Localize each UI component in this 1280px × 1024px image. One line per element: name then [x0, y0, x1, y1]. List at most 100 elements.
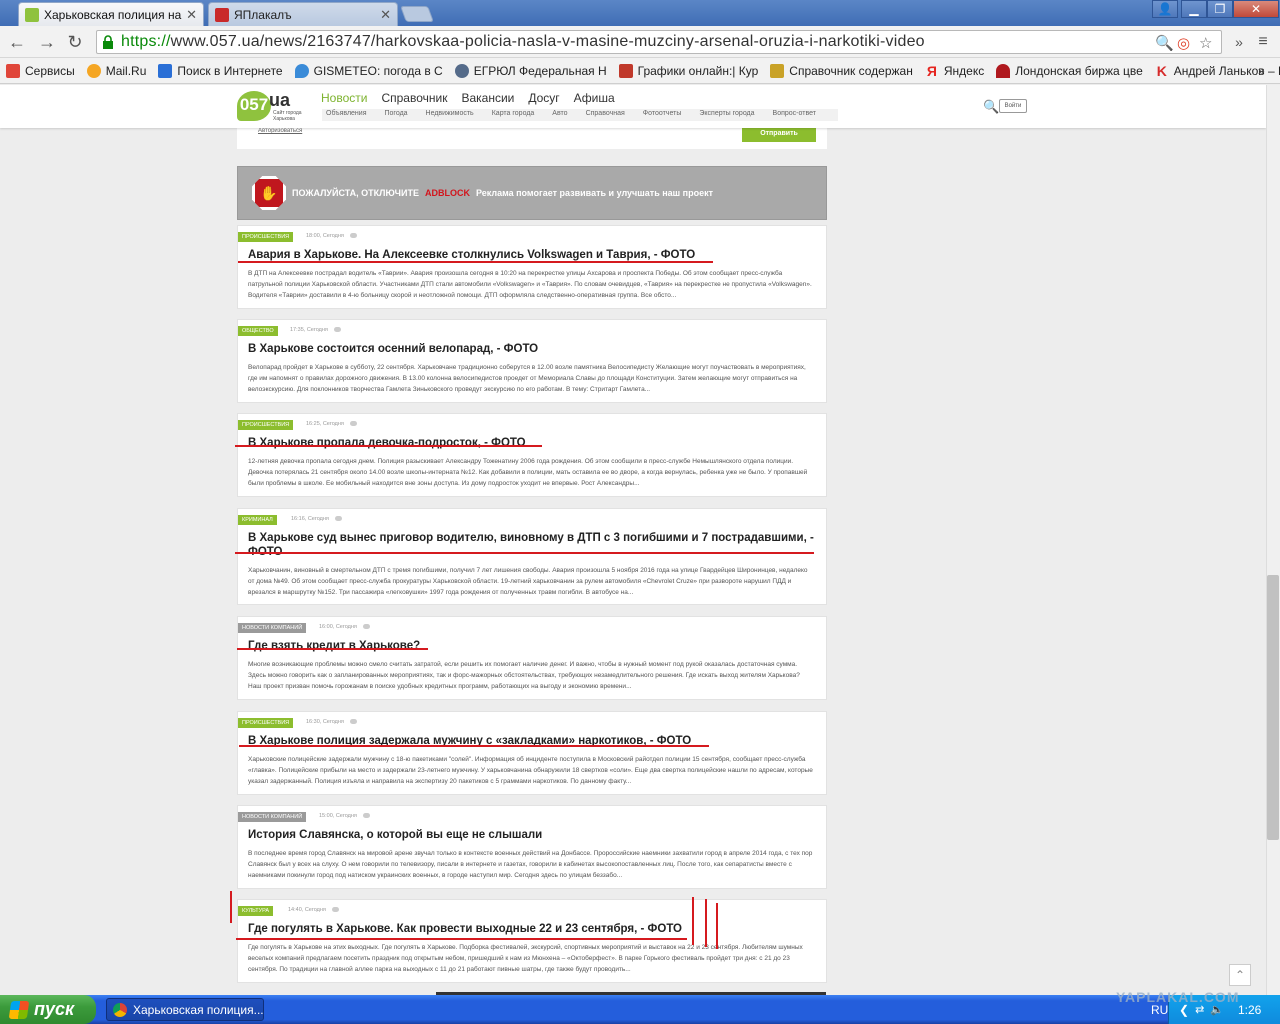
news-card[interactable]: Происшествия 18:00, Сегодня Авария в Хар…: [237, 225, 827, 309]
news-card[interactable]: Происшествия 16:30, Сегодня В Харькове п…: [237, 711, 827, 795]
red-underline-annotation: [236, 938, 687, 940]
news-title[interactable]: В Харькове суд вынес приговор водителю, …: [248, 531, 814, 559]
yandex-icon: Я: [926, 62, 937, 79]
news-time-text: 16:25, Сегодня: [306, 421, 344, 427]
scrollbar-thumb[interactable]: [1267, 575, 1279, 840]
minimize-button[interactable]: ▁: [1181, 0, 1207, 18]
news-time: 16:16, Сегодня: [291, 516, 342, 522]
news-excerpt: Харьковские полицейские задержали мужчин…: [248, 756, 813, 785]
red-underline-annotation: [235, 445, 542, 447]
page-scrollbar[interactable]: [1266, 85, 1280, 995]
menu-icon[interactable]: ≡: [1252, 32, 1274, 52]
bookmark-star-icon[interactable]: ☆: [1199, 34, 1212, 52]
nav-jobs[interactable]: Вакансии: [461, 91, 514, 105]
news-title[interactable]: Где взять кредит в Харькове?: [248, 639, 814, 653]
maximize-button[interactable]: ❐: [1207, 0, 1233, 18]
bookmark-item[interactable]: Поиск в Интернете: [158, 63, 283, 78]
news-category-badge[interactable]: Происшествия: [238, 232, 294, 242]
chart-icon: [618, 63, 633, 78]
bookmark-item[interactable]: Я Яндекс: [925, 64, 984, 78]
clock[interactable]: 1:26: [1238, 1003, 1261, 1017]
comment-icon: [334, 516, 342, 522]
tab-close-icon[interactable]: ✕: [380, 7, 391, 23]
news-card[interactable]: Происшествия 16:25, Сегодня В Харькове п…: [237, 413, 827, 497]
bookmark-item[interactable]: Сервисы: [6, 63, 75, 78]
news-category-badge[interactable]: Происшествия: [238, 718, 294, 728]
scroll-to-top-button[interactable]: ⌃: [1229, 964, 1251, 986]
bookmarks-overflow-icon[interactable]: »: [1258, 64, 1265, 78]
nav-news[interactable]: Новости: [321, 91, 367, 105]
news-time-text: 15:00, Сегодня: [319, 813, 357, 819]
news-time-text: 16:00, Сегодня: [319, 624, 357, 630]
login-button[interactable]: Войти: [999, 99, 1027, 113]
subnav-item[interactable]: Авто: [552, 110, 567, 120]
site-search-icon[interactable]: 🔍: [983, 99, 999, 115]
subnav-item[interactable]: Эксперты города: [699, 110, 754, 120]
news-card[interactable]: Новости компаний 15:00, Сегодня История …: [237, 805, 827, 889]
comment-icon: [362, 624, 370, 630]
news-excerpt: В ДТП на Алексеевке пострадал водитель «…: [248, 270, 812, 299]
taskbar-window-item[interactable]: Харьковская полиция...: [106, 998, 264, 1021]
watermark-text: YAPLAKAL.COM: [1116, 989, 1240, 1005]
start-button[interactable]: пуск: [0, 995, 96, 1024]
user-icon[interactable]: 👤: [1152, 0, 1178, 18]
logo-ua: ua: [269, 90, 291, 110]
new-tab-button[interactable]: [400, 6, 434, 22]
bookmark-item[interactable]: Лондонская биржа цве: [996, 63, 1143, 78]
extensions-overflow-icon[interactable]: »: [1228, 32, 1250, 52]
news-category-badge[interactable]: Культура: [238, 906, 274, 916]
auth-link[interactable]: Авторизоваться: [258, 128, 302, 134]
news-title[interactable]: В Харькове пропала девочка-подросток, - …: [248, 436, 814, 450]
news-time: 15:00, Сегодня: [319, 813, 370, 819]
news-category-badge[interactable]: Происшествия: [238, 420, 294, 430]
tab-close-icon[interactable]: ✕: [186, 7, 197, 23]
windows-logo-icon: [8, 1000, 30, 1019]
adblock-banner: ✋ ПОЖАЛУЙСТА, ОТКЛЮЧИТЕ ADBLOCK Реклама …: [237, 166, 827, 220]
close-window-button[interactable]: ✕: [1233, 0, 1279, 18]
back-icon[interactable]: ←: [6, 32, 28, 52]
subnav-item[interactable]: Справочная: [586, 110, 625, 120]
news-category-badge[interactable]: Новости компаний: [238, 812, 307, 822]
news-category-badge[interactable]: Общество: [238, 326, 278, 336]
news-card[interactable]: Криминал 16:16, Сегодня В Харькове суд в…: [237, 508, 827, 605]
subnav-item[interactable]: Карта города: [492, 110, 535, 120]
bookmark-label: Поиск в Интернете: [177, 63, 283, 78]
address-bar[interactable]: https://www.057.ua/news/2163747/harkovsk…: [96, 30, 1222, 54]
reload-icon[interactable]: ↻: [64, 32, 86, 52]
sub-nav: Объявления Погода Недвижимость Карта гор…: [322, 109, 838, 121]
news-card[interactable]: Новости компаний 16:00, Сегодня Где взят…: [237, 616, 827, 700]
subnav-item[interactable]: Объявления: [326, 110, 367, 120]
extension-icon[interactable]: ◎: [1177, 34, 1190, 52]
bookmark-item[interactable]: GISMETEO: погода в С: [294, 63, 443, 78]
subnav-item[interactable]: Фотоотчеты: [643, 110, 682, 120]
news-title[interactable]: История Славянска, о которой вы еще не с…: [248, 828, 814, 842]
lock-icon: [103, 35, 113, 49]
forward-icon[interactable]: →: [36, 32, 58, 52]
language-indicator[interactable]: RU: [1151, 1003, 1168, 1017]
news-title[interactable]: Где погулять в Харькове. Как провести вы…: [248, 922, 814, 936]
url-text: https://www.057.ua/news/2163747/harkovsk…: [121, 33, 925, 51]
subnav-item[interactable]: Вопрос-ответ: [773, 110, 816, 120]
nav-leisure[interactable]: Досуг: [528, 91, 559, 105]
news-time-text: 16:30, Сегодня: [306, 719, 344, 725]
news-category-badge[interactable]: Криминал: [238, 515, 277, 525]
news-category-badge[interactable]: Новости компаний: [238, 623, 307, 633]
site-logo[interactable]: 057 ua Сайт города Харькова: [237, 90, 302, 123]
bookmark-item[interactable]: ЕГРЮЛ Федеральная Н: [454, 63, 607, 78]
news-title[interactable]: В Харькове состоится осенний велопарад, …: [248, 342, 814, 356]
zoom-search-icon[interactable]: 🔍: [1155, 34, 1174, 52]
bookmark-item[interactable]: Mail.Ru: [86, 63, 146, 78]
book-icon: [770, 63, 785, 78]
bookmark-item[interactable]: Графики онлайн:| Кур: [618, 63, 759, 78]
news-card[interactable]: Культура 14:40, Сегодня Где погулять в Х…: [237, 899, 827, 983]
subnav-item[interactable]: Недвижимость: [426, 110, 474, 120]
subnav-item[interactable]: Погода: [385, 110, 408, 120]
news-title[interactable]: Авария в Харькове. На Алексеевке столкну…: [248, 248, 814, 262]
tab-active[interactable]: Харьковская полиция нашл ✕: [18, 2, 204, 26]
nav-events[interactable]: Афиша: [574, 91, 615, 105]
bookmark-label: Графики онлайн:| Кур: [637, 63, 759, 78]
news-card[interactable]: Общество 17:35, Сегодня В Харькове состо…: [237, 319, 827, 403]
bookmark-item[interactable]: Справочник содержан: [770, 63, 913, 78]
tab-yaplakal[interactable]: ЯПлакалъ ✕: [208, 2, 398, 26]
nav-directory[interactable]: Справочник: [381, 91, 447, 105]
